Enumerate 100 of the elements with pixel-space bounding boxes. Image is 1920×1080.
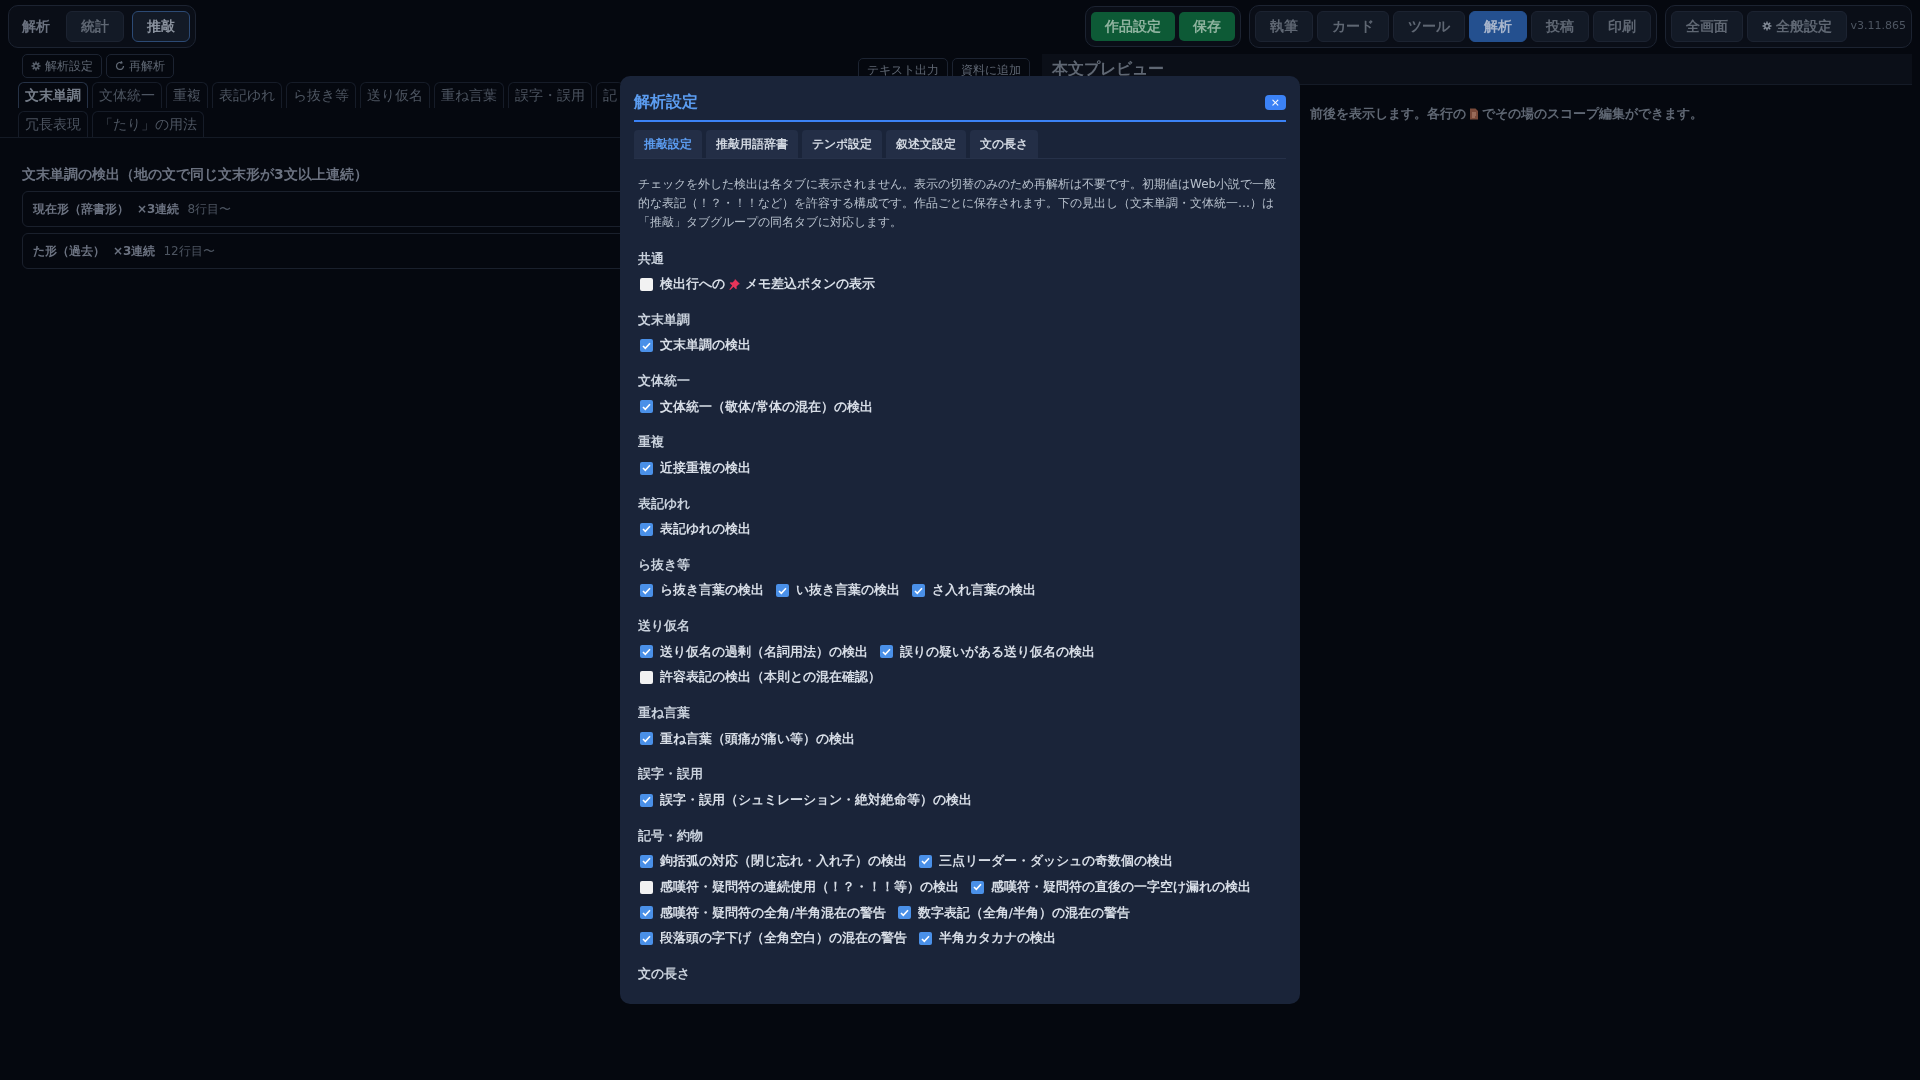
checkbox[interactable] xyxy=(880,645,893,659)
checkbox-option[interactable]: 半角カタカナの検出 xyxy=(913,929,1056,949)
option-label: 半角カタカナの検出 xyxy=(939,929,1056,948)
checkbox-option[interactable]: 重ね言葉（頭痛が痛い等）の検出 xyxy=(634,729,855,749)
section-heading: 送り仮名 xyxy=(638,617,691,636)
view-tab[interactable]: 解析 xyxy=(1468,10,1527,42)
checkbox[interactable] xyxy=(640,793,653,807)
checkbox[interactable] xyxy=(640,461,653,475)
checkbox[interactable] xyxy=(971,880,984,894)
view-tab[interactable]: ツール xyxy=(1392,10,1465,42)
option-label: 数字表記（全角/半角）の混在の警告 xyxy=(917,903,1131,922)
section-heading: 文体統一 xyxy=(638,372,691,391)
checkbox-option[interactable]: 送り仮名の過剰（名詞用法）の検出 xyxy=(634,642,868,662)
checkbox[interactable] xyxy=(640,339,653,353)
close-button[interactable]: × xyxy=(1264,94,1286,110)
option-label: 表記ゆれの検出 xyxy=(660,520,751,539)
checkbox[interactable] xyxy=(919,854,932,868)
settings-button[interactable]: 全般設定 xyxy=(1746,10,1847,42)
checkbox[interactable] xyxy=(640,932,653,946)
dialog-tab[interactable]: テンポ設定 xyxy=(802,130,882,158)
analysis-tab[interactable]: 誤字・誤用 xyxy=(508,82,592,108)
line-location: 8行目〜 xyxy=(187,201,232,218)
reanalyze-button[interactable]: 再解析 xyxy=(106,54,174,78)
mode-tab[interactable]: 推敲 xyxy=(132,10,190,42)
checkbox-option[interactable]: 誤りの疑いがある送り仮名の検出 xyxy=(874,642,1095,662)
checkbox[interactable] xyxy=(640,906,653,920)
result-label: た形（過去） xyxy=(33,243,105,260)
preview-title: 本文プレビュー xyxy=(1052,59,1164,78)
project-settings-button[interactable]: 作品設定 xyxy=(1090,11,1175,41)
option-label: ら抜き言葉の検出 xyxy=(660,581,764,600)
dialog-tab[interactable]: 推敲設定 xyxy=(634,130,702,158)
checkbox[interactable] xyxy=(640,645,653,659)
section-heading: 文末単調 xyxy=(638,310,691,329)
checkbox-option[interactable]: 文末単調の検出 xyxy=(634,336,751,356)
analysis-tab[interactable]: 文末単調 xyxy=(18,82,88,108)
analysis-tab[interactable]: 「たり」の用法 xyxy=(92,111,204,137)
option-label: 近接重複の検出 xyxy=(660,458,751,477)
checkbox[interactable] xyxy=(640,671,653,685)
section-heading: 重ね言葉 xyxy=(638,704,691,723)
gear-icon xyxy=(1761,21,1772,31)
fullscreen-button[interactable]: 全画面 xyxy=(1670,10,1743,42)
analysis-tab[interactable]: ら抜き等 xyxy=(286,82,356,108)
view-tab[interactable]: カード xyxy=(1316,10,1389,42)
checkbox[interactable] xyxy=(897,906,911,920)
analysis-tab[interactable]: 文体統一 xyxy=(92,82,162,108)
section-heading: 重複 xyxy=(638,433,665,452)
save-button[interactable]: 保存 xyxy=(1178,11,1235,41)
dialog-tab[interactable]: 推敲用語辞書 xyxy=(706,130,798,158)
option-label: さ入れ言葉の検出 xyxy=(932,581,1036,600)
view-tab[interactable]: 投稿 xyxy=(1530,10,1589,42)
option-label: 文体統一（敬体/常体の混在）の検出 xyxy=(660,397,873,416)
section-heading: 記号・約物 xyxy=(638,826,704,845)
option-label: 誤りの疑いがある送り仮名の検出 xyxy=(900,642,1095,661)
analysis-tab[interactable]: 送り仮名 xyxy=(360,82,430,108)
option-label: い抜き言葉の検出 xyxy=(796,581,900,600)
result-heading: 文末単調の検出（地の文で同じ文末形が3文以上連続） xyxy=(22,165,368,184)
gear-icon xyxy=(31,61,41,71)
checkbox-option[interactable]: さ入れ言葉の検出 xyxy=(906,581,1036,601)
preview-hint: 前後を表示します。各行の でその場のスコープ編集ができます。 xyxy=(1310,105,1704,123)
checkbox-option[interactable]: 近接重複の検出 xyxy=(634,458,751,478)
checkbox-option[interactable]: 数字表記（全角/半角）の混在の警告 xyxy=(891,903,1131,923)
repeat-count: ×3連続 xyxy=(137,201,180,218)
checkbox[interactable] xyxy=(640,522,653,536)
view-tab[interactable]: 執筆 xyxy=(1254,10,1313,42)
line-location: 12行目〜 xyxy=(163,243,215,260)
dialog-tab[interactable]: 叙述文設定 xyxy=(886,130,966,158)
section-heading: ら抜き等 xyxy=(638,555,691,574)
analysis-tab[interactable]: 表記ゆれ xyxy=(212,82,282,108)
checkbox[interactable] xyxy=(640,277,653,291)
analysis-tab[interactable]: 重ね言葉 xyxy=(434,82,504,108)
checkbox[interactable] xyxy=(640,584,653,598)
checkbox[interactable] xyxy=(640,732,653,746)
checkbox-option[interactable]: い抜き言葉の検出 xyxy=(770,581,900,601)
pushpin-icon xyxy=(729,278,741,291)
section-heading: 誤字・誤用 xyxy=(638,765,704,784)
checkbox[interactable] xyxy=(640,854,653,868)
option-label: 送り仮名の過剰（名詞用法）の検出 xyxy=(660,642,868,661)
checkbox[interactable] xyxy=(912,584,925,598)
analysis-settings-button[interactable]: 解析設定 xyxy=(22,54,102,78)
checkbox[interactable] xyxy=(640,400,653,414)
option-label: 文末単調の検出 xyxy=(660,336,751,355)
analysis-tab[interactable]: 重複 xyxy=(166,82,208,108)
checkbox-option[interactable]: 表記ゆれの検出 xyxy=(634,520,751,539)
checkbox-option[interactable]: 文体統一（敬体/常体の混在）の検出 xyxy=(634,397,873,417)
version-label: v3.11.865 xyxy=(1850,17,1906,34)
dialog-tab[interactable]: 文の長さ xyxy=(970,130,1038,158)
checkbox[interactable] xyxy=(640,880,653,894)
repeat-count: ×3連続 xyxy=(113,243,156,260)
analysis-tab[interactable]: 冗長表現 xyxy=(18,111,88,137)
checkbox[interactable] xyxy=(776,584,789,598)
section-heading: 共通 xyxy=(638,249,665,268)
checkbox-option[interactable]: ら抜き言葉の検出 xyxy=(634,581,764,601)
mode-tab[interactable]: 統計 xyxy=(66,10,124,42)
dialog-title: 解析設定 xyxy=(634,91,698,113)
checkbox[interactable] xyxy=(919,932,932,946)
refresh-icon xyxy=(115,61,125,71)
app-label: 解析 xyxy=(21,16,51,36)
result-label: 現在形（辞書形） xyxy=(33,201,129,218)
option-label: 重ね言葉（頭痛が痛い等）の検出 xyxy=(660,729,855,748)
view-tab[interactable]: 印刷 xyxy=(1592,10,1651,42)
